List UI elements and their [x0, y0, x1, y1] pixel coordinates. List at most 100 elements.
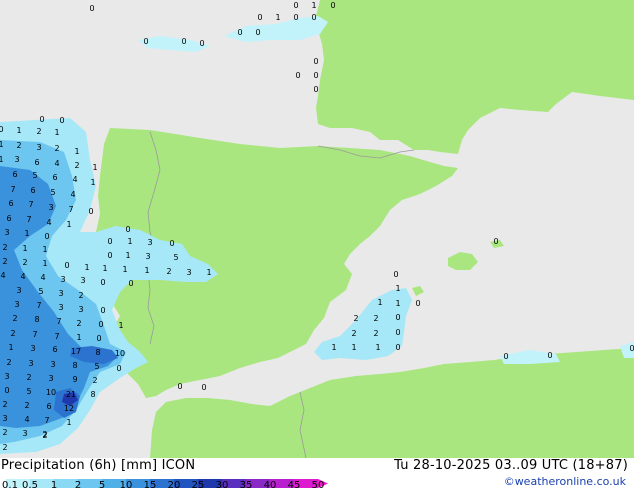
precip-value-label: 8 [72, 361, 77, 370]
precip-value-label: 2 [36, 127, 41, 136]
precip-value-label: 0 [295, 71, 300, 80]
precip-value-label: 0 [313, 85, 318, 94]
precip-value-label: 2 [74, 161, 79, 170]
precip-value-label: 0 [107, 237, 112, 246]
precip-value-label: 1 [0, 155, 4, 164]
precip-value-label: 3 [22, 429, 27, 438]
precip-value-label: 1 [90, 178, 95, 187]
precip-value-label: 17 [71, 347, 81, 356]
precip-value-label: 8 [95, 348, 100, 357]
map-footer: Precipitation (6h) [mm] ICON Tu 28-10-20… [0, 458, 634, 491]
map-canvas: 00 1001 000 00 0 000 000 1 2 1001 2 3 2 11 3 6 4 2 16 5 6 4 17… [0, 0, 634, 458]
precip-value-label: 1 [74, 147, 79, 156]
precip-value-label: 10 [115, 349, 125, 358]
precip-value-label: 8 [90, 390, 95, 399]
precip-value-label: 1 [54, 128, 59, 137]
precip-value-label: 2 [16, 141, 21, 150]
precip-value-label: 1 [144, 266, 149, 275]
precip-value-label: 5 [32, 171, 37, 180]
precip-value-label: 0 [313, 57, 318, 66]
precip-value-label: 1 [122, 265, 127, 274]
precip-value-label: 0 [128, 279, 133, 288]
precip-value-label: 7 [68, 205, 73, 214]
precip-value-label: 1 [76, 333, 81, 342]
precip-value-label: 5 [38, 287, 43, 296]
precip-value-label: 2 [166, 267, 171, 276]
forecast-datetime: Tu 28-10-2025 03..09 UTC (18+87) [394, 458, 628, 473]
precip-value-label: 3 [14, 155, 19, 164]
precip-value-label: 2 [2, 428, 7, 437]
precip-value-label: 2 [42, 431, 47, 440]
precip-value-label: 1 [42, 259, 47, 268]
precip-value-label: 0 [201, 383, 206, 392]
precip-value-label: 0 [313, 71, 318, 80]
precip-value-label: 1 [22, 244, 27, 253]
precip-value-label: 0 [116, 364, 121, 373]
precip-value-label: 2 [353, 314, 358, 323]
precip-value-label: 0 [547, 351, 552, 360]
precip-value-label: 7 [26, 215, 31, 224]
precip-value-label: 2 [54, 144, 59, 153]
precip-value-label: 0 [100, 278, 105, 287]
precip-value-label: 4 [0, 271, 5, 280]
precip-value-label: 2 [2, 243, 7, 252]
precip-value-label: 1 [125, 251, 130, 260]
precip-value-label: 2 [2, 443, 7, 452]
precip-value-label: 6 [6, 214, 11, 223]
precip-value-label: 1 [206, 268, 211, 277]
precip-value-label: 7 [44, 416, 49, 425]
precip-value-label: 4 [70, 190, 75, 199]
precip-value-label: 0 [89, 4, 94, 13]
precip-value-label: 2 [12, 314, 17, 323]
precip-value-label: 6 [52, 345, 57, 354]
precip-value-label: 2 [22, 258, 27, 267]
precip-value-label: 0 [4, 386, 9, 395]
precip-value-label: 1 [66, 418, 71, 427]
precip-value-label: 2 [2, 257, 7, 266]
precip-value-label: 3 [58, 289, 63, 298]
precip-value-label: 3 [58, 303, 63, 312]
precip-value-label: 1 [395, 299, 400, 308]
precip-value-label: 7 [32, 330, 37, 339]
precip-value-label: 0 [181, 37, 186, 46]
precip-value-label: 0 [0, 125, 4, 134]
precip-value-label: 4 [20, 272, 25, 281]
precip-value-label: 0 [143, 37, 148, 46]
precip-value-label: 2 [2, 400, 7, 409]
precip-value-label: 0 [64, 261, 69, 270]
precip-value-label: 7 [36, 301, 41, 310]
precip-value-label: 0 [257, 13, 262, 22]
precip-value-label: 3 [14, 300, 19, 309]
precip-value-label: 21 [66, 390, 76, 399]
precip-value-label: 3 [50, 360, 55, 369]
credit-link[interactable]: ©weatheronline.co.uk [504, 475, 626, 488]
precip-value-label: 3 [78, 305, 83, 314]
precip-value-label: 6 [34, 158, 39, 167]
precip-value-label: 7 [56, 317, 61, 326]
precip-value-label: 0 [96, 334, 101, 343]
precip-value-label: 3 [2, 414, 7, 423]
precip-value-label: 2 [6, 358, 11, 367]
precip-value-label: 0 [44, 232, 49, 241]
precip-value-label: 2 [10, 329, 15, 338]
precip-value-label: 2 [78, 291, 83, 300]
precip-value-label: 0 [169, 239, 174, 248]
precip-value-label: 9 [72, 375, 77, 384]
precip-value-label: 2 [26, 373, 31, 382]
precip-value-label: 6 [12, 170, 17, 179]
precip-value-label: 2 [24, 401, 29, 410]
precip-value-label: 2 [92, 376, 97, 385]
precip-value-label: 0 [255, 28, 260, 37]
precip-value-label: 1 [311, 1, 316, 10]
precip-value-label: 0 [395, 328, 400, 337]
precip-value-label: 1 [395, 284, 400, 293]
precip-value-label: 0 [330, 1, 335, 10]
precip-value-label: 1 [351, 343, 356, 352]
precip-value-label: 7 [54, 332, 59, 341]
precip-value-label: 3 [80, 276, 85, 285]
precip-value-label: 6 [52, 173, 57, 182]
precip-value-label: 1 [118, 321, 123, 330]
precip-value-label: 7 [10, 185, 15, 194]
precip-value-label: 3 [36, 143, 41, 152]
precip-value-label: 5 [173, 253, 178, 262]
